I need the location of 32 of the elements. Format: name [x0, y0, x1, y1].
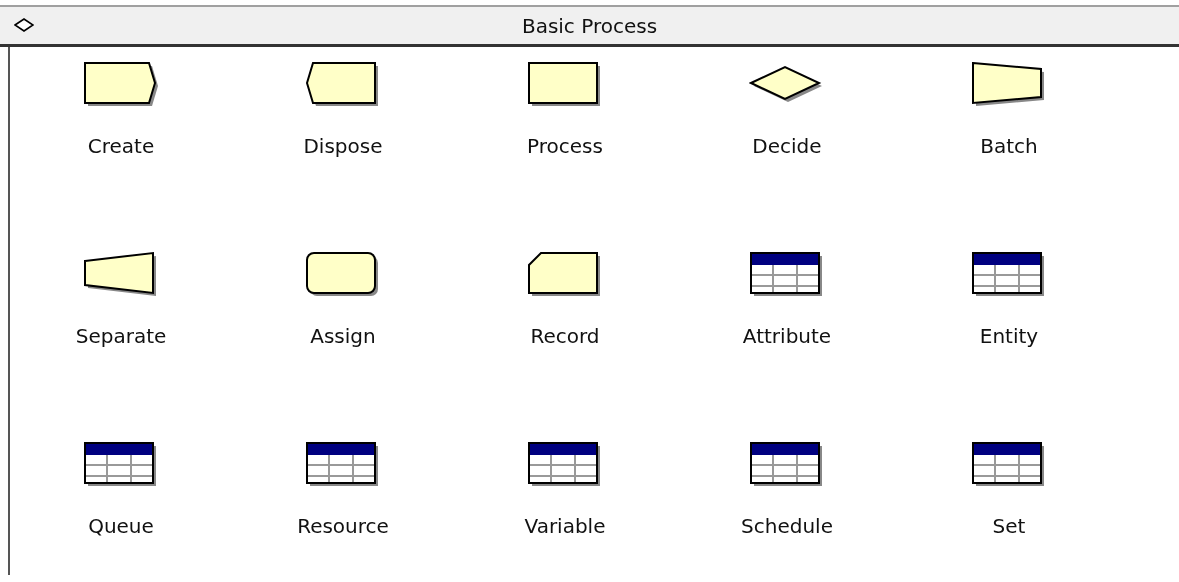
pointed-block-icon[interactable] [305, 61, 381, 108]
module-label[interactable]: Assign [310, 324, 376, 348]
rectangle-icon[interactable] [527, 61, 603, 108]
cut-corner-rectangle-icon[interactable] [527, 251, 603, 298]
module-label[interactable]: Create [87, 134, 155, 158]
table-icon[interactable] [971, 441, 1047, 488]
module-label[interactable]: Variable [524, 514, 606, 538]
module-label[interactable]: Schedule [741, 514, 833, 538]
pointed-block-icon[interactable] [83, 61, 159, 108]
rounded-rectangle-icon[interactable] [305, 251, 381, 298]
module-label[interactable]: Set [992, 514, 1026, 538]
module-label[interactable]: Decide [752, 134, 822, 158]
module-label[interactable]: Resource [297, 514, 389, 538]
table-icon[interactable] [83, 441, 159, 488]
table-icon[interactable] [749, 251, 825, 298]
table-icon[interactable] [305, 441, 381, 488]
table-icon[interactable] [749, 441, 825, 488]
table-icon[interactable] [971, 251, 1047, 298]
module-label[interactable]: Entity [979, 324, 1039, 348]
panel-title: Basic Process [521, 12, 658, 40]
module-label[interactable]: Attribute [742, 324, 832, 348]
trapezoid-icon[interactable] [971, 61, 1047, 108]
module-label[interactable]: Queue [88, 514, 154, 538]
module-label[interactable]: Process [527, 134, 603, 158]
module-label[interactable]: Separate [75, 324, 167, 348]
title-bar[interactable]: Basic Process [0, 5, 1179, 47]
module-label[interactable]: Record [530, 324, 600, 348]
table-icon[interactable] [527, 441, 603, 488]
trapezoid-icon[interactable] [83, 251, 159, 298]
module-label[interactable]: Dispose [303, 134, 383, 158]
module-label[interactable]: Batch [980, 134, 1038, 158]
diamond-icon[interactable] [14, 18, 34, 32]
